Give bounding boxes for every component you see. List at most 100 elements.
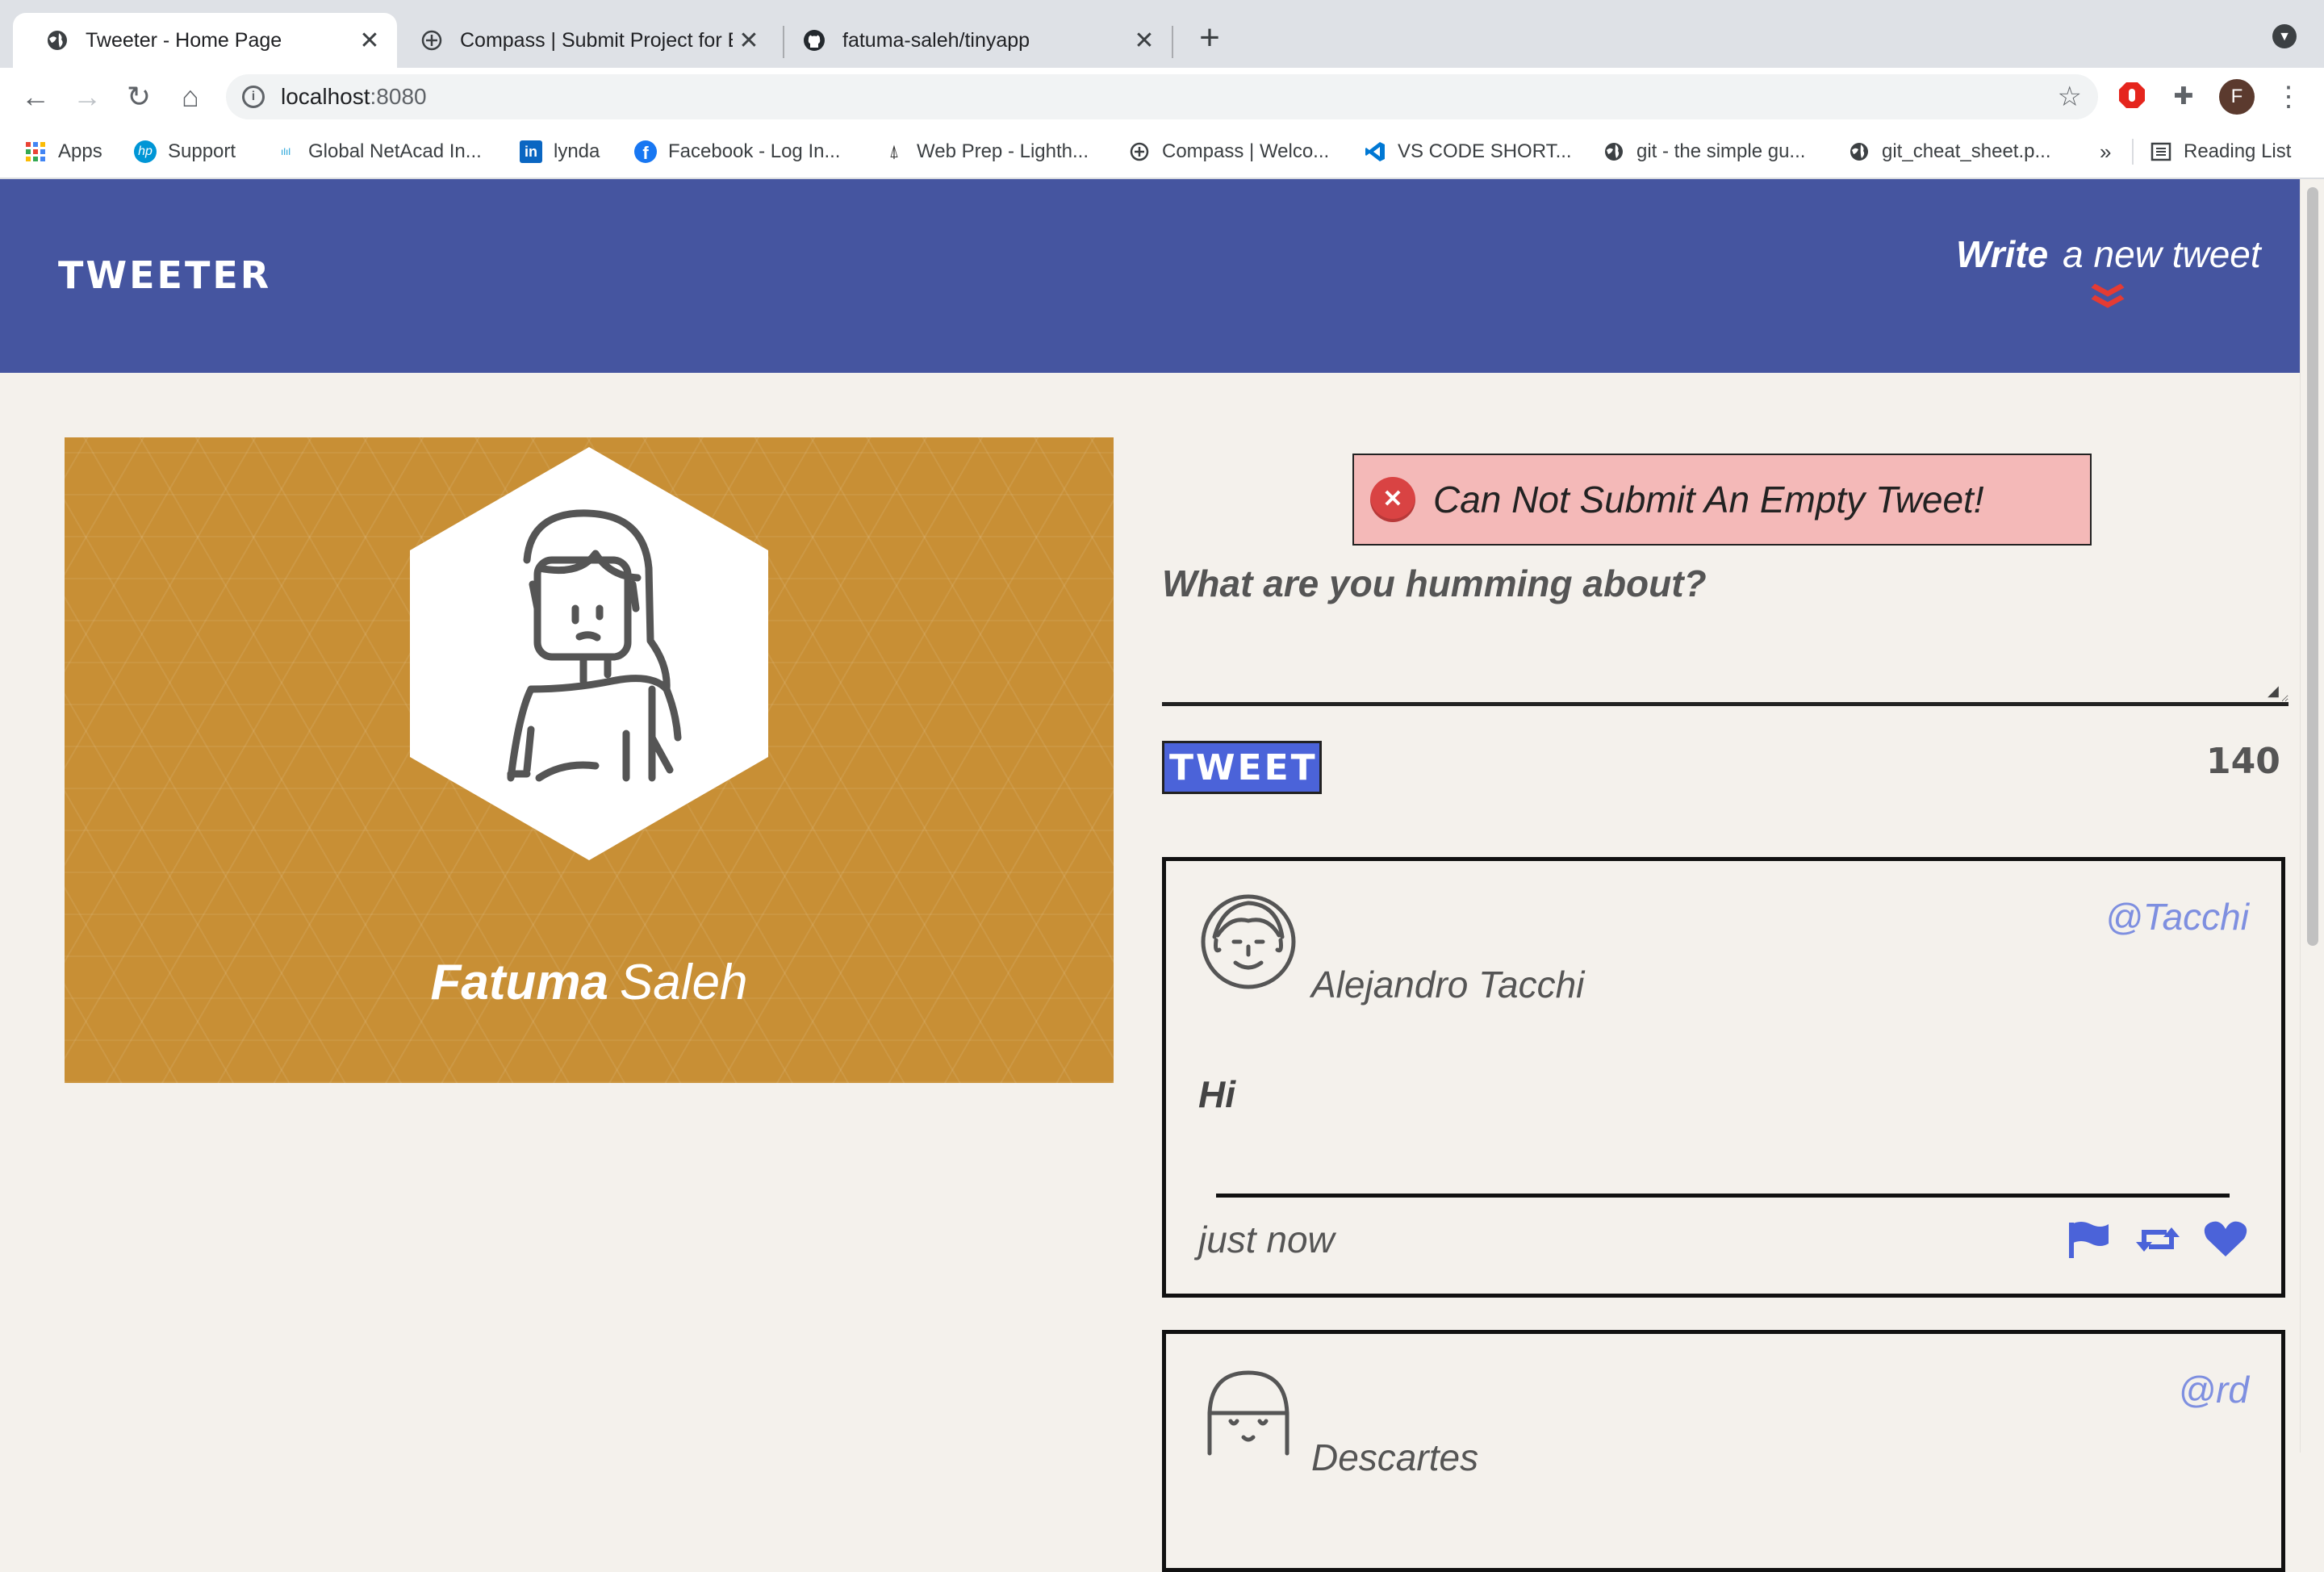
facebook-icon: f: [634, 140, 657, 163]
retweet-icon[interactable]: [2134, 1219, 2181, 1260]
tab-github[interactable]: fatuma-saleh/tinyapp ✕: [788, 13, 1172, 68]
linkedin-icon: in: [520, 140, 542, 163]
bookmarks-divider: [2132, 139, 2134, 165]
tab-tweeter[interactable]: Tweeter - Home Page ✕: [13, 13, 397, 68]
resize-handle-icon[interactable]: ◢: [2268, 683, 2279, 700]
bookmarks-bar: Apps hp Support ılıl Global NetAcad In..…: [0, 126, 2324, 179]
tab-separator: [783, 26, 784, 58]
bookmark-star-icon[interactable]: ☆: [2058, 81, 2082, 113]
bookmark-git-guide[interactable]: git - the simple gu...: [1603, 136, 1805, 168]
bookmark-facebook[interactable]: f Facebook - Log In...: [634, 136, 840, 168]
tweet-content: Hi: [1198, 1073, 1235, 1115]
profile-last-name: Saleh: [619, 955, 748, 1010]
extensions-puzzle-icon[interactable]: ✚: [2166, 79, 2201, 115]
reading-list-label: Reading List: [2184, 140, 2292, 162]
brand-logo[interactable]: TWEETER: [58, 253, 271, 297]
browser-toolbar: ← → ↻ ⌂ i localhost:8080 ☆ ✚ F ⋮: [0, 68, 2324, 126]
tab-title: Compass | Submit Project for E: [460, 28, 733, 52]
globe-icon: [1850, 143, 1868, 161]
profile-first-name: Fatuma: [430, 955, 608, 1010]
tweet-author-handle: @Tacchi: [2105, 896, 2249, 938]
tweet-actions: [2067, 1219, 2249, 1260]
forward-arrow-icon[interactable]: →: [68, 77, 107, 116]
bookmark-label: git_cheat_sheet.p...: [1882, 140, 2051, 162]
tab-separator: [1172, 26, 1173, 58]
page-viewport: TWEETER Write a new tweet Fatuma Saleh ✕…: [0, 179, 2300, 1572]
compose-label: What are you humming about?: [1162, 562, 1707, 604]
bookmark-support[interactable]: hp Support: [134, 136, 236, 168]
address-bar[interactable]: i localhost:8080 ☆: [226, 74, 2098, 119]
bookmark-compass[interactable]: Compass | Welco...: [1128, 136, 1329, 168]
bookmark-label: lynda: [554, 140, 600, 162]
tweet-card: Descartes @rd: [1162, 1330, 2285, 1572]
bookmark-webprep[interactable]: ⍋ Web Prep - Lighth...: [883, 136, 1089, 168]
lighthouse-icon: ⍋: [888, 141, 900, 161]
tweet-author-name: Descartes: [1311, 1436, 1479, 1478]
user-avatar-icon: [507, 509, 682, 782]
character-counter: 140: [2206, 741, 2280, 782]
profile-card: Fatuma Saleh: [65, 437, 1114, 1083]
globe-icon: [1605, 143, 1623, 161]
new-tab-button[interactable]: +: [1189, 18, 1230, 58]
scrollbar-thumb[interactable]: [2307, 187, 2318, 946]
page-scrollbar[interactable]: [2300, 179, 2324, 1453]
profile-name: Fatuma Saleh: [65, 954, 1114, 1011]
apps-grid-icon: [26, 142, 45, 161]
cisco-icon: ılıl: [281, 146, 290, 157]
close-icon[interactable]: ✕: [733, 27, 765, 55]
bookmark-lynda[interactable]: in lynda: [520, 136, 600, 168]
globe-icon: [48, 31, 67, 50]
close-icon[interactable]: ✕: [353, 27, 386, 55]
tweet-textarea[interactable]: [1162, 615, 2288, 706]
reading-list-button[interactable]: Reading List: [2150, 136, 2291, 168]
site-nav: TWEETER Write a new tweet: [0, 179, 2300, 373]
bookmark-vscode[interactable]: VS CODE SHORT...: [1364, 136, 1572, 168]
tweet-divider: [1216, 1194, 2230, 1198]
url-host: localhost: [281, 84, 370, 109]
adblock-icon[interactable]: [2114, 79, 2150, 115]
tab-strip: Tweeter - Home Page ✕ Compass | Submit P…: [0, 0, 2324, 68]
error-x-icon: ✕: [1370, 477, 1415, 522]
profile-avatar-hexagon: [410, 447, 768, 860]
bookmark-label: Compass | Welco...: [1162, 140, 1330, 162]
user-avatar-icon: [1207, 1370, 1289, 1456]
write-tweet-toggle[interactable]: Write a new tweet: [1956, 232, 2261, 276]
reading-list-icon: [2151, 142, 2171, 161]
error-message: ✕ Can Not Submit An Empty Tweet!: [1352, 454, 2092, 546]
tweet-card: Alejandro Tacchi @Tacchi Hi just now: [1162, 857, 2285, 1298]
bookmark-git-cheatsheet[interactable]: git_cheat_sheet.p...: [1848, 136, 2050, 168]
menu-kebab-icon[interactable]: ⋮: [2271, 79, 2306, 115]
bookmark-label: Facebook - Log In...: [668, 140, 841, 162]
tab-search-icon[interactable]: ▼: [2272, 24, 2297, 48]
bookmarks-overflow-button[interactable]: »: [2100, 136, 2111, 168]
bookmark-label: Web Prep - Lighth...: [917, 140, 1089, 162]
bookmark-apps[interactable]: Apps: [24, 136, 102, 168]
back-arrow-icon[interactable]: ←: [16, 77, 55, 116]
flag-icon[interactable]: [2067, 1219, 2113, 1260]
tweet-timestamp: just now: [1198, 1219, 1335, 1261]
vscode-icon: [1365, 142, 1385, 161]
compass-icon: [1130, 142, 1149, 161]
site-info-icon[interactable]: i: [242, 86, 265, 108]
reload-icon[interactable]: ↻: [119, 77, 158, 116]
write-bold-text: Write: [1956, 233, 2049, 275]
bookmark-netacad[interactable]: ılıl Global NetAcad In...: [274, 136, 482, 168]
tab-compass[interactable]: Compass | Submit Project for E ✕: [400, 13, 776, 68]
compass-icon: [421, 30, 442, 51]
bookmark-label: git - the simple gu...: [1636, 140, 1806, 162]
user-avatar-icon: [1201, 894, 1296, 989]
bookmark-label: Support: [168, 140, 236, 162]
url-text: localhost:8080: [281, 84, 427, 110]
write-rest-text: a new tweet: [2063, 233, 2261, 275]
heart-icon[interactable]: [2202, 1219, 2249, 1260]
bookmark-label: Apps: [58, 140, 102, 162]
profile-avatar[interactable]: F: [2219, 79, 2255, 115]
tweet-submit-button[interactable]: TWEET: [1162, 741, 1322, 794]
bookmark-label: Global NetAcad In...: [308, 140, 482, 162]
tab-title: fatuma-saleh/tinyapp: [842, 28, 1030, 52]
github-icon: [804, 30, 825, 51]
double-chevron-down-icon[interactable]: [2087, 281, 2129, 313]
url-port: :8080: [370, 84, 427, 109]
home-icon[interactable]: ⌂: [171, 77, 210, 116]
close-icon[interactable]: ✕: [1128, 27, 1160, 55]
